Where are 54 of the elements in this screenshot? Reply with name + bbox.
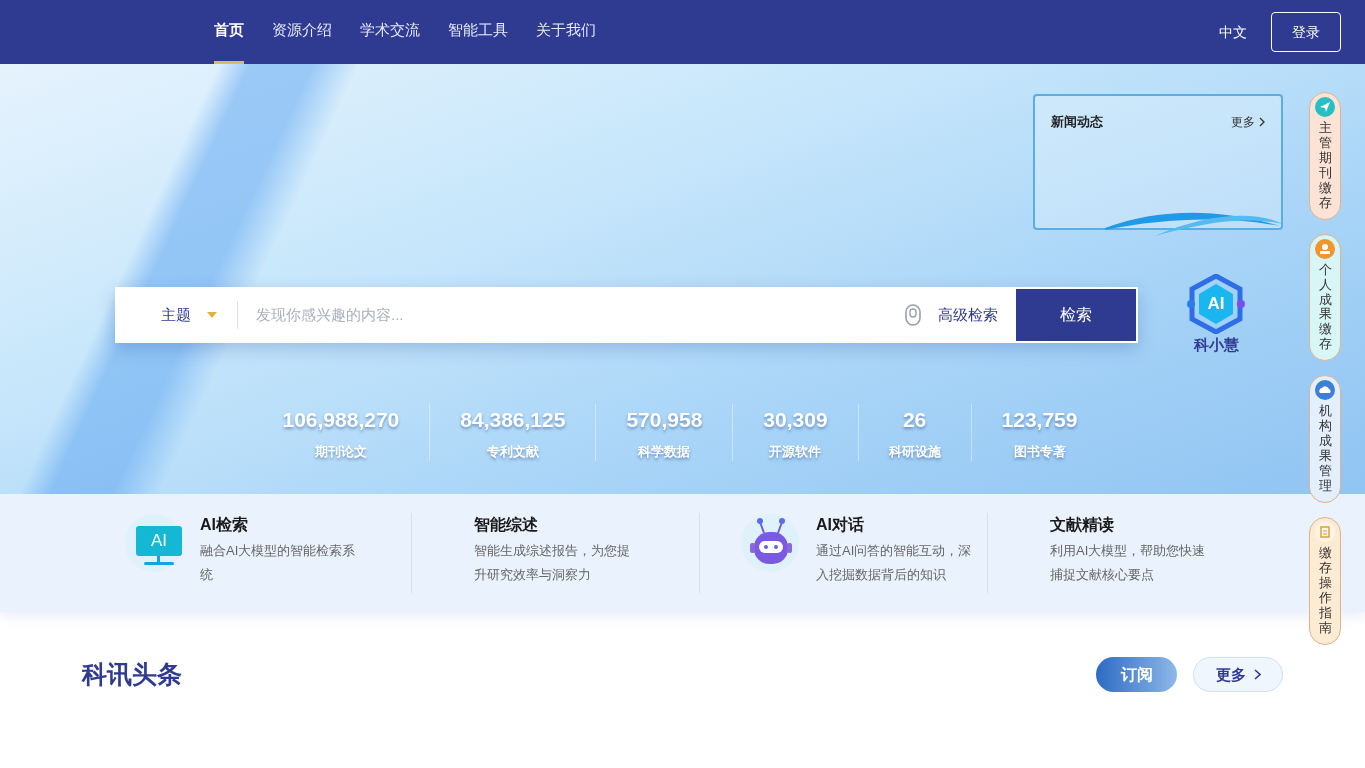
stat-value: 84,386,125 — [460, 407, 566, 433]
nav-tab[interactable]: 首页 — [214, 0, 244, 64]
logo-badge-text: AI — [1206, 293, 1226, 316]
more-button[interactable]: 更多 — [1193, 657, 1283, 693]
stat-label: 图书专著 — [1012, 442, 1067, 461]
more-link[interactable]: 更多 — [1231, 112, 1265, 131]
side-tab[interactable]: 缴存操作指南 — [1309, 516, 1341, 645]
stat-value: 106,988,270 — [282, 407, 400, 433]
stat-value: 570,958 — [626, 407, 703, 433]
feature-title: 文献精读 — [1050, 515, 1115, 535]
side-tab[interactable]: 机构成果管理 — [1309, 375, 1341, 503]
paper-plane-icon — [1315, 97, 1335, 117]
nav-tab[interactable]: 智能工具 — [448, 0, 508, 64]
hexagon-logo-icon[interactable] — [1184, 274, 1248, 334]
stat-label: 开源软件 — [768, 442, 823, 461]
feature-title: AI对话 — [816, 515, 865, 535]
stat-value: 123,759 — [1001, 407, 1078, 433]
feature-title: AI检索 — [200, 515, 249, 535]
stat-label: 专利文献 — [485, 442, 540, 461]
person-icon — [1315, 238, 1335, 259]
advanced-search-link[interactable]: 高级检索 — [938, 303, 998, 327]
document-icon — [1315, 521, 1335, 542]
nav-tab[interactable]: 资源介绍 — [272, 0, 332, 64]
side-tab[interactable]: 个人成果缴存 — [1309, 233, 1341, 362]
section-title: 科讯头条 — [82, 659, 183, 690]
chevron-right-icon — [1253, 669, 1261, 681]
caret-icon — [207, 312, 217, 318]
stat-value: 26 — [901, 407, 928, 433]
nav-tab[interactable]: 学术交流 — [360, 0, 420, 64]
stat-label: 期刊论文 — [313, 442, 368, 461]
cloud-icon — [1315, 380, 1335, 401]
icon-text: AI — [149, 530, 169, 553]
side-tab[interactable]: 主管期刊缴存 — [1309, 92, 1341, 220]
feature-description: 利用AI大模型，帮助您快速捕捉文献核心要点 — [1050, 542, 1207, 584]
feature-description: 通过AI问答的智能互动，深入挖掘数据背后的知识 — [816, 542, 973, 584]
feature-title: 智能综述 — [474, 515, 539, 535]
language-link[interactable]: 中文 — [1219, 21, 1247, 43]
login-button[interactable]: 登录 — [1271, 12, 1341, 52]
robot-icon — [740, 513, 800, 573]
assistant-name: 科小慧 — [1193, 335, 1239, 355]
news-title: 新闻动态 — [1051, 113, 1103, 131]
search-button[interactable]: 检索 — [1016, 289, 1136, 341]
chevron-right-icon — [1259, 116, 1265, 127]
scope-dropdown[interactable]: 主题 — [115, 303, 237, 327]
microphone-icon[interactable] — [904, 304, 922, 326]
feature-description: 智能生成综述报告，为您提升研究效率与洞察力 — [474, 542, 631, 584]
stat-label: 科研设施 — [888, 442, 941, 461]
stat-value: 30,309 — [763, 407, 828, 433]
search-bar[interactable]: 主题 发现你感兴趣的内容... 高级检索 检索 — [115, 287, 1138, 343]
subscribe-button[interactable]: 订阅 — [1096, 657, 1177, 693]
monitor-icon — [124, 513, 184, 573]
nav-tab[interactable]: 关于我们 — [536, 0, 596, 64]
stat-label: 科学数据 — [637, 442, 692, 461]
feature-description: 融合AI大模型的智能检索系统 — [200, 542, 357, 584]
